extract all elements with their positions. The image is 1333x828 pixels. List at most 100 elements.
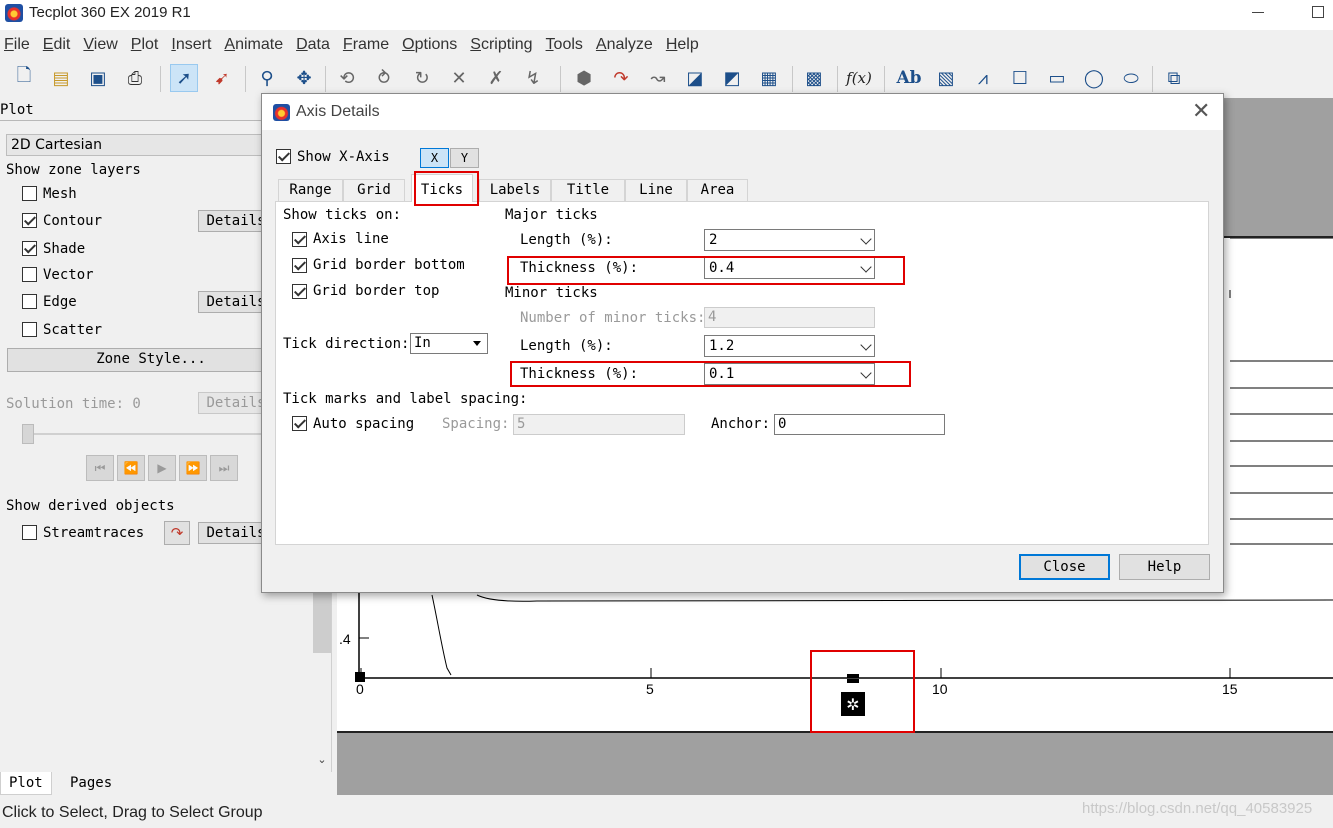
rotate-twist-icon[interactable]: ↻ <box>408 64 436 92</box>
contour-add-icon[interactable]: ◪ <box>681 64 709 92</box>
rotate-spherical-icon[interactable]: ⟲ <box>333 64 361 92</box>
tab-labels[interactable]: Labels <box>479 179 551 201</box>
anchor-field[interactable]: 0 <box>774 414 945 435</box>
shade-checkbox[interactable] <box>22 241 37 256</box>
tab-area[interactable]: Area <box>687 179 748 201</box>
tab-title[interactable]: Title <box>551 179 625 201</box>
axis-y-button[interactable]: Y <box>450 148 479 168</box>
dialog-title-bar[interactable]: Axis Details ✕ <box>262 94 1223 130</box>
sidebar-scrollbar[interactable]: ⌄ <box>313 593 331 773</box>
tick-direction-label: Tick direction: <box>283 336 410 352</box>
square-icon[interactable]: ☐ <box>1006 64 1034 92</box>
translate-icon[interactable]: ✥ <box>290 64 318 92</box>
tab-line[interactable]: Line <box>625 179 687 201</box>
tab-plot[interactable]: Plot <box>0 772 52 795</box>
major-length-label: Length (%): <box>520 232 613 248</box>
slice-icon[interactable]: ↝ <box>644 64 672 92</box>
ellipse-icon[interactable]: ⬭ <box>1117 64 1145 92</box>
circle-icon[interactable]: ◯ <box>1080 64 1108 92</box>
menu-insert[interactable]: Insert <box>167 33 215 57</box>
menu-plot[interactable]: Plot <box>127 33 163 57</box>
open-file-icon[interactable]: ▤ <box>47 64 75 92</box>
scatter-checkbox[interactable] <box>22 322 37 337</box>
geometry-image-icon[interactable]: ▧ <box>932 64 960 92</box>
contour-level-icon[interactable]: ▦ <box>755 64 783 92</box>
minimize-icon[interactable] <box>1252 12 1264 13</box>
menu-tools[interactable]: Tools <box>542 33 587 57</box>
minor-length-combo[interactable]: 1.2 <box>704 335 875 357</box>
rotate-rollerball-icon[interactable]: ⥁ <box>370 64 398 92</box>
maximize-icon[interactable] <box>1312 6 1324 18</box>
menu-data[interactable]: Data <box>292 33 334 57</box>
toolbar-separator <box>837 66 838 92</box>
menu-animate[interactable]: Animate <box>220 33 287 57</box>
selector-arrow-icon[interactable]: ➚ <box>170 64 198 92</box>
print-icon[interactable]: ⎙ <box>121 64 149 92</box>
menu-help[interactable]: Help <box>662 33 703 57</box>
menu-view[interactable]: View <box>79 33 121 57</box>
scrollbar-thumb[interactable] <box>313 593 331 653</box>
rectangle-icon[interactable]: ▭ <box>1043 64 1071 92</box>
skip-first-icon[interactable]: ⏮ <box>86 455 114 481</box>
vector-checkbox[interactable] <box>22 267 37 282</box>
tab-grid[interactable]: Grid <box>343 179 405 201</box>
zone-style-button[interactable]: Zone Style... <box>7 348 295 372</box>
new-file-icon[interactable]: 🗋 <box>10 64 38 92</box>
play-icon[interactable]: ▶ <box>148 455 176 481</box>
edge-checkbox[interactable] <box>22 294 37 309</box>
mesh-label: Mesh <box>43 186 77 202</box>
auto-spacing-checkbox[interactable] <box>292 416 307 431</box>
ticks-tab-highlight-box <box>414 171 479 206</box>
watermark: https://blog.csdn.net/qq_40583925 <box>1082 800 1313 817</box>
x-tick-label: 5 <box>646 681 654 697</box>
menu-edit[interactable]: Edit <box>39 33 75 57</box>
grid-border-top-checkbox[interactable] <box>292 284 307 299</box>
step-back-icon[interactable]: ⏪ <box>117 455 145 481</box>
text-icon[interactable]: Ab <box>895 64 923 92</box>
save-icon[interactable]: ▣ <box>84 64 112 92</box>
formula-icon[interactable]: f(x) <box>845 64 873 92</box>
sidebar-bottom-tabs: Plot Pages <box>0 772 332 796</box>
mesh-checkbox[interactable] <box>22 186 37 201</box>
num-minor-ticks-field[interactable]: 4 <box>704 307 875 328</box>
streamtraces-checkbox[interactable] <box>22 525 37 540</box>
tab-range[interactable]: Range <box>278 179 343 201</box>
solution-time-slider[interactable] <box>22 424 34 444</box>
grid-border-bottom-checkbox[interactable] <box>292 258 307 273</box>
contour-remove-icon[interactable]: ◩ <box>718 64 746 92</box>
menu-options[interactable]: Options <box>398 33 461 57</box>
zoom-icon[interactable]: ⚲ <box>253 64 281 92</box>
rotate-x-icon[interactable]: ✕ <box>445 64 473 92</box>
scroll-down-icon[interactable]: ⌄ <box>313 753 331 771</box>
zone-edit-icon[interactable]: ▩ <box>800 64 828 92</box>
step-forward-icon[interactable]: ⏩ <box>179 455 207 481</box>
tick-direction-select[interactable]: In <box>410 333 488 354</box>
close-button[interactable]: Close <box>1019 554 1110 580</box>
streamtrace-icon[interactable]: ↷ <box>607 64 635 92</box>
rotate-y-icon[interactable]: ✗ <box>482 64 510 92</box>
show-axis-checkbox[interactable] <box>276 149 291 164</box>
frame-icon[interactable]: ⧉ <box>1160 64 1188 92</box>
spacing-field[interactable]: 5 <box>513 414 685 435</box>
close-icon[interactable]: ✕ <box>1192 100 1210 124</box>
streamtrace-icon[interactable]: ↷ <box>164 521 190 545</box>
axis-x-button[interactable]: X <box>420 148 449 168</box>
polyline-icon[interactable]: ⩘ <box>969 64 997 92</box>
help-button[interactable]: Help <box>1119 554 1210 580</box>
menu-analyze[interactable]: Analyze <box>592 33 657 57</box>
menu-frame[interactable]: Frame <box>339 33 393 57</box>
contour-checkbox[interactable] <box>22 213 37 228</box>
dialog-logo-icon <box>273 104 290 121</box>
tab-pages[interactable]: Pages <box>62 772 120 795</box>
probe-icon[interactable]: ⬢ <box>570 64 598 92</box>
menu-scripting[interactable]: Scripting <box>466 33 536 57</box>
adjustor-arrow-icon[interactable]: ➹ <box>208 64 236 92</box>
tick-direction-value: In <box>414 335 431 351</box>
skip-last-icon[interactable]: ⏭ <box>210 455 238 481</box>
major-length-combo[interactable]: 2 <box>704 229 875 251</box>
minor-length-value: 1.2 <box>709 338 735 354</box>
menu-file[interactable]: File <box>0 33 34 57</box>
streamtraces-label: Streamtraces <box>43 525 145 541</box>
rotate-z-icon[interactable]: ↯ <box>519 64 547 92</box>
axis-line-checkbox[interactable] <box>292 232 307 247</box>
